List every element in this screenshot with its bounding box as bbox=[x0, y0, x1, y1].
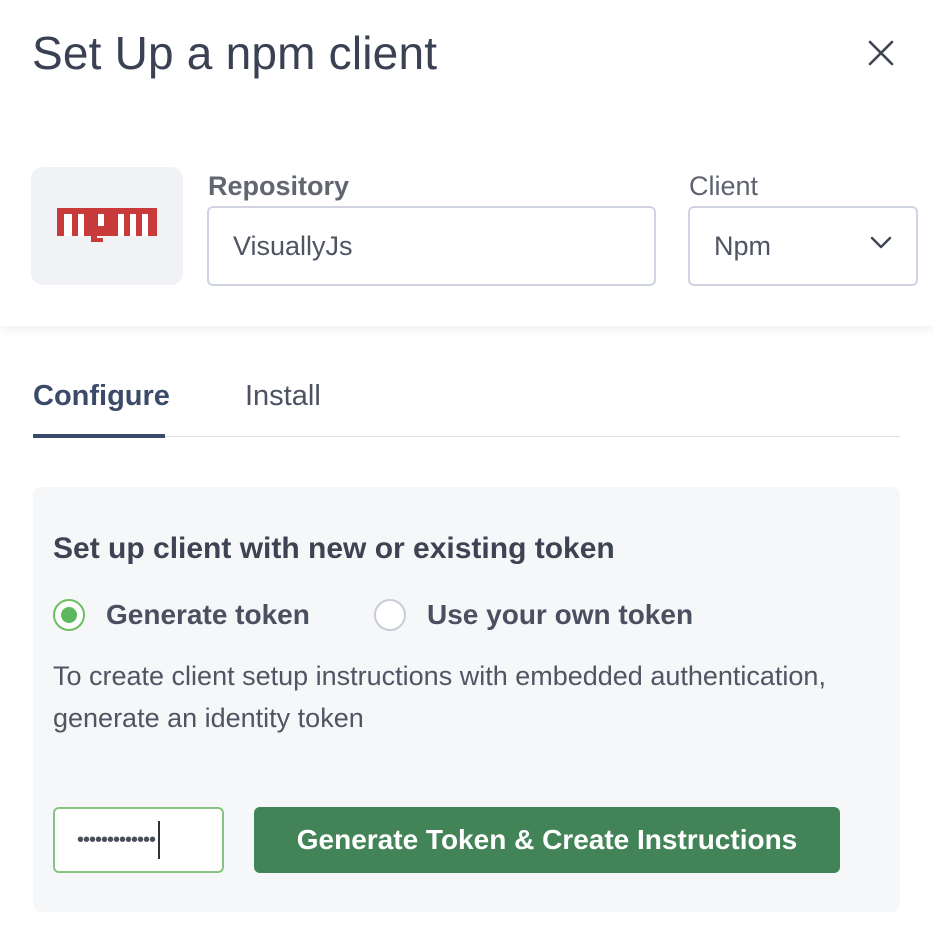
client-label: Client bbox=[689, 171, 759, 201]
close-button[interactable] bbox=[860, 32, 902, 74]
npm-logo-icon bbox=[57, 208, 157, 242]
token-input[interactable]: ••••••••••••• bbox=[53, 807, 224, 873]
tab-install[interactable]: Install bbox=[245, 380, 321, 413]
repository-input[interactable]: VisuallyJs bbox=[207, 206, 656, 286]
generate-token-button[interactable]: Generate Token & Create Instructions bbox=[254, 807, 840, 873]
radio-generate-token-label: Generate token bbox=[106, 599, 310, 630]
client-selected-value: Npm bbox=[714, 230, 772, 261]
radio-use-own-token-label: Use your own token bbox=[427, 599, 694, 630]
radio-unchecked-icon bbox=[374, 599, 406, 631]
panel-description: To create client setup instructions with… bbox=[53, 661, 826, 733]
close-icon bbox=[868, 40, 894, 66]
dialog-header: Set Up a npm client Repository VisuallyJ… bbox=[0, 0, 934, 326]
text-caret bbox=[158, 821, 161, 859]
client-select[interactable]: Npm bbox=[688, 206, 918, 286]
token-input-value: ••••••••••••• bbox=[77, 828, 156, 851]
tab-configure[interactable]: Configure bbox=[33, 380, 170, 413]
radio-dot bbox=[61, 607, 77, 623]
token-setup-panel: Set up client with new or existing token… bbox=[33, 487, 900, 912]
setup-client-dialog: Set Up a npm client Repository VisuallyJ… bbox=[0, 0, 934, 928]
active-tab-indicator bbox=[33, 434, 165, 438]
repository-label: Repository bbox=[208, 171, 350, 201]
radio-use-own-token[interactable]: Use your own token bbox=[374, 599, 693, 631]
radio-generate-token[interactable]: Generate token bbox=[53, 599, 310, 631]
repository-value: VisuallyJs bbox=[233, 230, 353, 261]
radio-checked-icon bbox=[53, 599, 85, 631]
npm-logo-tile bbox=[31, 167, 183, 285]
page-title: Set Up a npm client bbox=[32, 27, 438, 79]
panel-heading: Set up client with new or existing token bbox=[53, 532, 615, 565]
chevron-down-icon bbox=[870, 236, 892, 249]
